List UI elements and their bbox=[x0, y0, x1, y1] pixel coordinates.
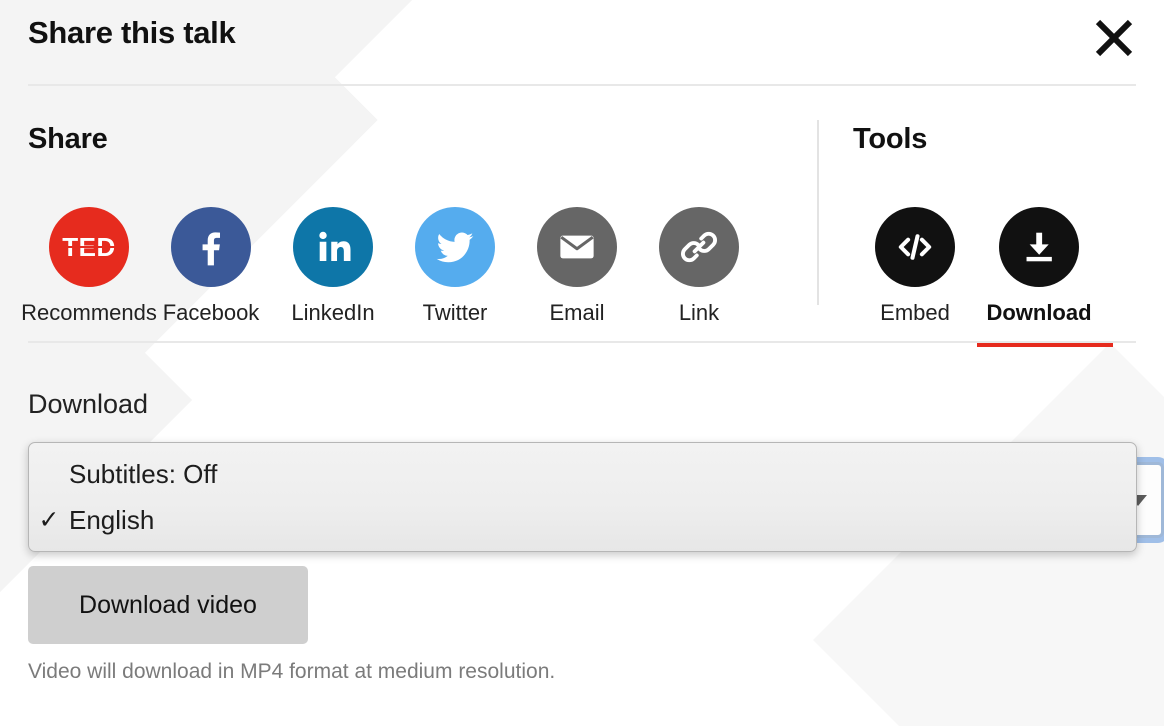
share-item-link[interactable]: Link bbox=[638, 207, 760, 326]
tool-item-embed[interactable]: Embed bbox=[853, 207, 977, 327]
share-item-twitter[interactable]: Twitter bbox=[394, 207, 516, 326]
dropdown-option-label: English bbox=[69, 505, 155, 535]
close-button[interactable] bbox=[1086, 12, 1142, 64]
dropdown-option-english[interactable]: ✓ English bbox=[29, 497, 1136, 543]
tool-item-label: Download bbox=[986, 300, 1092, 325]
share-item-label: Email bbox=[549, 300, 605, 325]
linkedin-icon bbox=[293, 207, 373, 287]
share-section-heading: Share bbox=[28, 123, 108, 155]
tool-item-label: Embed bbox=[880, 300, 950, 325]
share-item-recommends[interactable]: TED Recommends bbox=[21, 207, 157, 326]
share-item-email[interactable]: Email bbox=[516, 207, 638, 326]
share-talk-modal: Share this talk Share Tools TED Recommen… bbox=[0, 0, 1164, 726]
tool-item-download[interactable]: Download bbox=[977, 207, 1113, 347]
tools-options-row: Embed Download bbox=[853, 207, 1113, 347]
share-item-label: Link bbox=[678, 300, 720, 325]
share-item-facebook[interactable]: Facebook bbox=[150, 207, 272, 326]
tools-section-heading: Tools bbox=[853, 123, 928, 155]
link-icon bbox=[659, 207, 739, 287]
section-divider bbox=[817, 120, 819, 305]
share-item-linkedin[interactable]: LinkedIn bbox=[272, 207, 394, 326]
modal-header: Share this talk bbox=[0, 0, 1164, 86]
share-item-label: Recommends bbox=[21, 300, 157, 325]
share-item-label: Facebook bbox=[162, 300, 260, 325]
dropdown-option-label: Subtitles: Off bbox=[69, 459, 218, 489]
share-item-label: LinkedIn bbox=[291, 300, 375, 325]
close-icon bbox=[1090, 14, 1138, 62]
facebook-icon bbox=[171, 207, 251, 287]
download-arrow-icon bbox=[999, 207, 1079, 287]
share-options-row: TED Recommends Facebook LinkedIn Twitter… bbox=[21, 207, 760, 326]
envelope-icon bbox=[537, 207, 617, 287]
ted-logo-icon: TED bbox=[49, 207, 129, 287]
option-check-mark: ✓ bbox=[38, 506, 60, 534]
download-video-button[interactable]: Download video bbox=[28, 566, 308, 644]
download-note: Video will download in MP4 format at med… bbox=[28, 660, 556, 683]
subtitles-select-area: Subtitles: Off ✓ English bbox=[28, 442, 1164, 552]
dropdown-option-subtitles-off[interactable]: Subtitles: Off bbox=[29, 451, 1136, 497]
tools-divider bbox=[28, 341, 1136, 343]
ted-wordmark: TED bbox=[60, 232, 118, 262]
download-section-title: Download bbox=[28, 389, 149, 419]
page-title: Share this talk bbox=[28, 15, 236, 50]
twitter-icon bbox=[415, 207, 495, 287]
subtitles-dropdown-menu[interactable]: Subtitles: Off ✓ English bbox=[28, 442, 1137, 552]
share-item-label: Twitter bbox=[422, 300, 488, 325]
header-divider bbox=[28, 84, 1136, 86]
code-brackets-icon bbox=[875, 207, 955, 287]
